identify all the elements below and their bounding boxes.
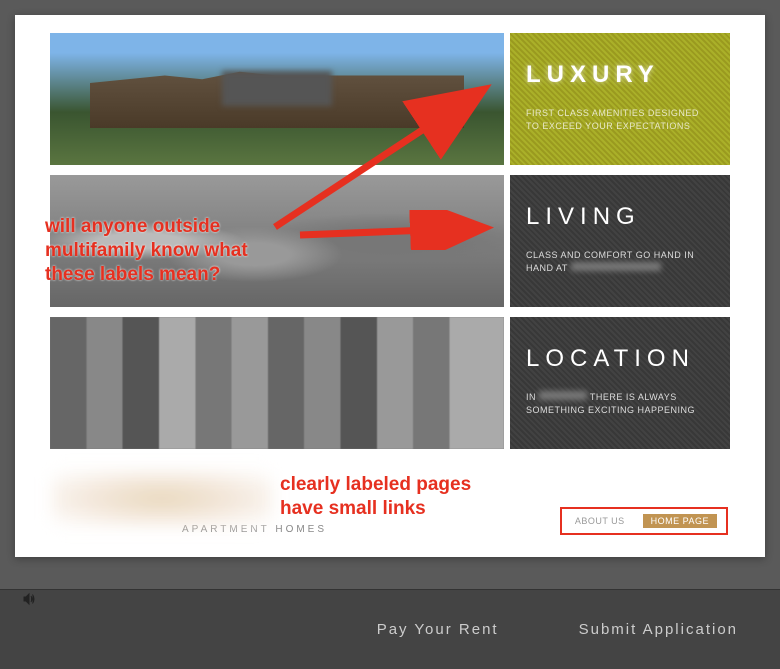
nav-link-home[interactable]: HOME PAGE — [643, 514, 717, 528]
main-content-panel: LUXURY FIRST CLASS AMENITIES DESIGNED TO… — [15, 15, 765, 557]
nav-links-highlight: ABOUT US HOME PAGE — [560, 507, 728, 535]
card-desc-luxury: FIRST CLASS AMENITIES DESIGNED TO EXCEED… — [526, 107, 714, 132]
feature-card-living[interactable]: LIVING CLASS AND COMFORT GO HAND IN HAND… — [510, 175, 730, 307]
bottom-link-pay-rent[interactable]: Pay Your Rent — [377, 621, 499, 638]
arrow-to-living — [295, 210, 495, 250]
nav-links: ABOUT US HOME PAGE — [566, 511, 722, 531]
bottom-bar: Pay Your Rent Submit Application — [0, 589, 780, 669]
feature-card-luxury[interactable]: LUXURY FIRST CLASS AMENITIES DESIGNED TO… — [510, 33, 730, 165]
annotation-small-links: clearly labeled pages have small links — [280, 473, 471, 521]
card-title-location: LOCATION — [526, 345, 714, 373]
bottom-link-submit-application[interactable]: Submit Application — [579, 621, 738, 638]
sound-icon[interactable] — [22, 592, 36, 609]
card-desc-location: IN THERE IS ALWAYS SOMETHING EXCITING HA… — [526, 391, 714, 416]
logo-image — [52, 471, 272, 526]
card-title-luxury: LUXURY — [526, 61, 714, 89]
feature-image-location[interactable] — [50, 317, 504, 449]
card-desc-living: CLASS AND COMFORT GO HAND IN HAND AT — [526, 249, 714, 274]
nav-link-about[interactable]: ABOUT US — [571, 514, 629, 528]
feature-row-location: LOCATION IN THERE IS ALWAYS SOMETHING EX… — [50, 317, 730, 449]
card-title-living: LIVING — [526, 203, 714, 231]
feature-card-location[interactable]: LOCATION IN THERE IS ALWAYS SOMETHING EX… — [510, 317, 730, 449]
annotation-labels-question: will anyone outside multifamily know wha… — [45, 215, 248, 286]
